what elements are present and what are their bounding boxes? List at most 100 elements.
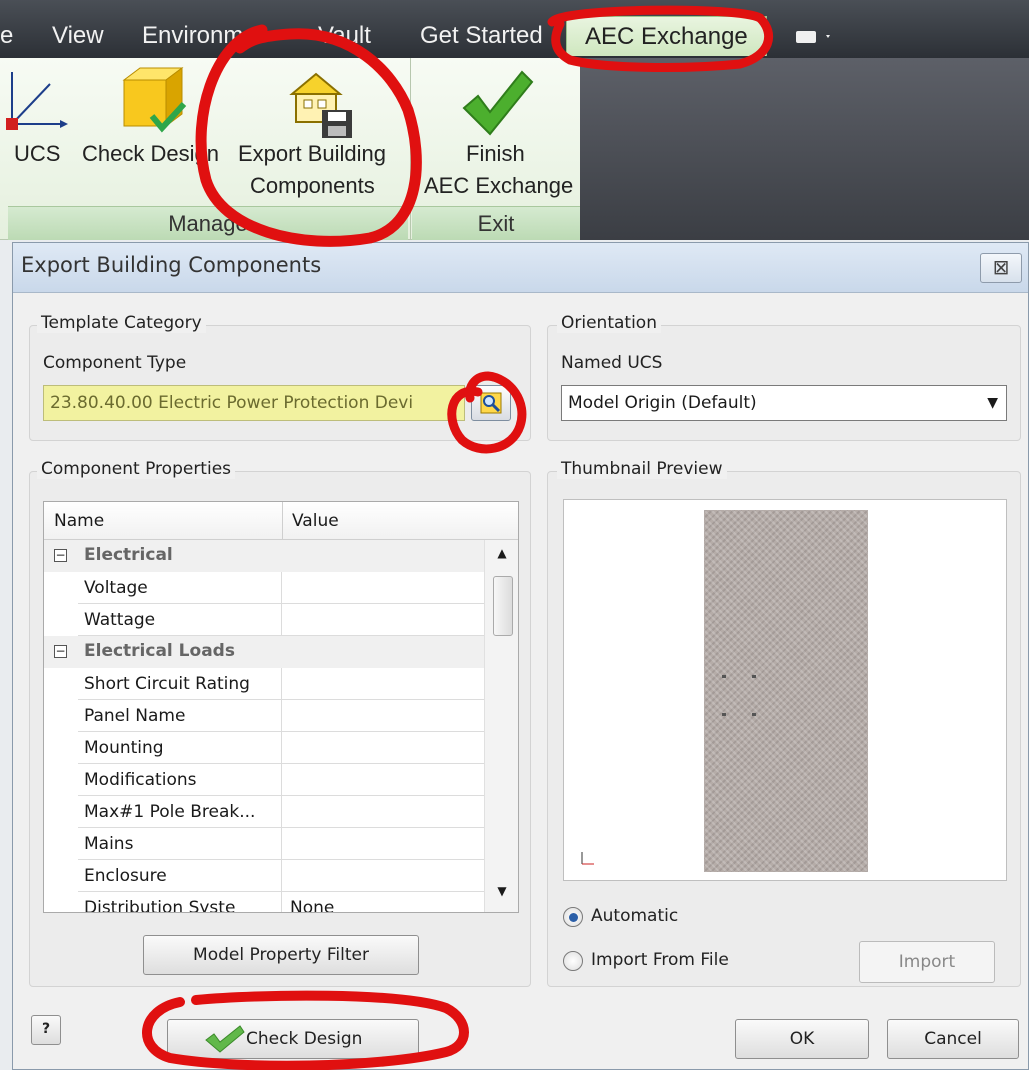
tab-get-started[interactable]: Get Started [420,18,543,54]
export-building-components-dialog: Export Building Components ⊠ Template Ca… [12,242,1029,1070]
ribbon-panel: UCS Check Design Export Building Compone… [0,58,580,240]
axes-icon [581,852,594,865]
check-design-icon [122,67,187,133]
table-row[interactable]: Short Circuit Rating [44,668,484,700]
check-design-label: Check Design [82,141,219,166]
property-name: Max#1 Pole Break... [78,796,282,828]
automatic-radio[interactable] [563,907,583,927]
category-label: Electrical Loads [84,641,235,661]
close-button[interactable]: ⊠ [980,253,1022,283]
property-value[interactable] [282,828,484,860]
export-label-line2: Components [250,173,375,198]
tab-vault[interactable]: Vault [318,18,380,54]
group-exit: Exit [412,206,580,240]
template-category-group [29,325,531,441]
finish-label-line2: AEC Exchange [424,173,574,198]
property-value[interactable] [282,860,484,892]
component-type-field[interactable]: 23.80.40.00 Electric Power Protection De… [43,385,465,421]
ucs-axes-icon [6,72,68,130]
grid-header: Name Value [44,502,518,540]
category-row-electrical[interactable]: − Electrical [44,540,484,572]
property-value[interactable] [282,604,484,636]
ribbon-check-design-button[interactable]: Check Design [76,58,226,206]
import-from-file-radio[interactable] [563,951,583,971]
orientation-group [547,325,1021,441]
scroll-thumb[interactable] [493,576,513,636]
table-row[interactable]: Mounting [44,732,484,764]
dialog-title-bar: Export Building Components ⊠ [13,243,1028,293]
chevron-down-icon: ▼ [987,395,998,411]
export-building-icon [289,72,352,138]
model-property-filter-button[interactable]: Model Property Filter [143,935,419,975]
help-button[interactable]: ? [31,1015,61,1045]
property-name: Short Circuit Rating [78,668,282,700]
export-building-components-button[interactable]: Export Building Components [230,58,410,206]
ok-button[interactable]: OK [735,1019,869,1059]
tab-view[interactable]: View [52,18,104,54]
ribbon-empty-area [580,58,1029,240]
help-icon: ? [41,1021,51,1037]
category-label: Electrical [84,545,173,565]
finish-label-line1: Finish [466,141,525,166]
property-name: Mounting [78,732,282,764]
ucs-label: UCS [14,141,61,166]
table-row[interactable]: Voltage [44,572,484,604]
collapse-icon[interactable]: − [54,549,67,562]
collapse-icon[interactable]: − [54,645,67,658]
group-manage: Manage [8,206,408,240]
close-icon: ⊠ [992,255,1010,279]
property-name: Modifications [78,764,282,796]
magnifier-icon [480,392,502,414]
check-design-button-label: Check Design [246,1029,363,1049]
video-icon [796,31,830,43]
import-from-file-label: Import From File [591,950,729,970]
finish-checkmark-icon [462,70,534,136]
named-ucs-select[interactable]: Model Origin (Default) ▼ [561,385,1007,421]
browse-component-type-button[interactable] [471,385,511,421]
tab-partial[interactable]: e [0,18,13,54]
export-label-line1: Export Building [238,141,386,166]
cancel-button[interactable]: Cancel [887,1019,1019,1059]
table-row[interactable]: Mains [44,828,484,860]
property-name: Distribution Syste [78,892,282,912]
property-value[interactable] [282,700,484,732]
grid-scrollbar[interactable]: ▲ ▼ [484,540,518,912]
property-value[interactable] [282,572,484,604]
property-name: Wattage [78,604,282,636]
ribbon-tab-bar: e View Environments Vault Get Started AE… [0,0,1029,58]
check-design-button[interactable]: Check Design [167,1019,419,1059]
tab-environments[interactable]: Environments [142,18,260,54]
import-button[interactable]: Import [859,941,995,983]
table-row[interactable]: Distribution Syste None [44,892,484,912]
tab-overflow-dropdown[interactable] [792,18,836,54]
ucs-button[interactable]: UCS [0,58,72,206]
checkmark-icon [205,1025,245,1053]
column-name-header[interactable]: Name [54,511,104,531]
column-value-header[interactable]: Value [292,511,339,531]
ribbon-separator [410,58,411,240]
table-row[interactable]: Panel Name [44,700,484,732]
thumbnail-preview-title: Thumbnail Preview [557,459,727,479]
table-row[interactable]: Enclosure [44,860,484,892]
property-value[interactable] [282,796,484,828]
table-row[interactable]: Max#1 Pole Break... [44,796,484,828]
component-properties-title: Component Properties [37,459,236,479]
table-row[interactable]: Modifications [44,764,484,796]
property-grid[interactable]: Name Value − Electrical Voltage Wattage … [43,501,519,913]
scroll-down-icon[interactable]: ▼ [485,884,518,908]
thumbnail-preview [563,499,1007,881]
table-row[interactable]: Wattage [44,604,484,636]
property-value[interactable] [282,732,484,764]
finish-aec-exchange-button[interactable]: Finish AEC Exchange [412,58,580,206]
property-name: Panel Name [78,700,282,732]
tab-aec-exchange[interactable]: AEC Exchange [566,16,767,56]
property-name: Enclosure [78,860,282,892]
scroll-up-icon[interactable]: ▲ [485,546,518,570]
orientation-title: Orientation [557,313,661,333]
named-ucs-value: Model Origin (Default) [568,393,757,413]
property-value[interactable]: None [282,892,484,912]
property-value[interactable] [282,668,484,700]
category-row-electrical-loads[interactable]: − Electrical Loads [44,636,484,668]
property-value[interactable] [282,764,484,796]
property-name: Voltage [78,572,282,604]
